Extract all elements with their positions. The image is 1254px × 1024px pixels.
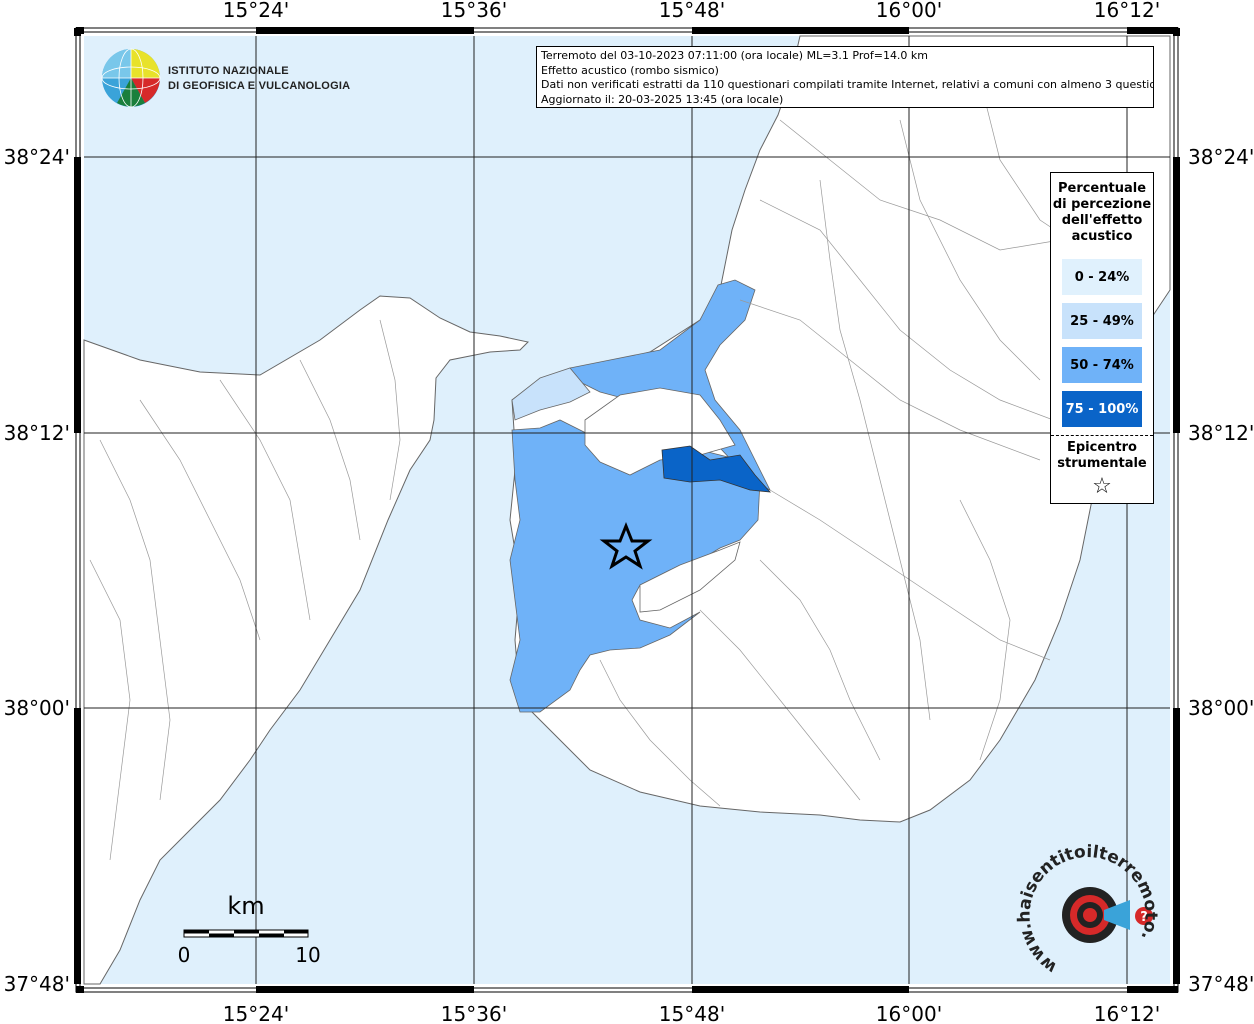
lon-tick: 15°48' bbox=[659, 0, 725, 22]
legend-title: Percentuale di percezione dell'effetto a… bbox=[1052, 181, 1152, 244]
legend-item: 75 - 100% bbox=[1062, 391, 1142, 427]
lon-tick: 15°24' bbox=[223, 0, 289, 22]
event-info-line-1: Terremoto del 03-10-2023 07:11:00 (ora l… bbox=[541, 49, 929, 62]
lon-ticks-top: 15°24' 15°36' 15°48' 16°00' 16°12' bbox=[223, 0, 1160, 22]
lat-tick: 38°12' bbox=[4, 421, 70, 445]
map: 15°24' 15°36' 15°48' 16°00' 16°12' 15°24… bbox=[0, 0, 1254, 1024]
lon-tick: 16°00' bbox=[876, 1002, 942, 1024]
lon-tick: 15°24' bbox=[223, 1002, 289, 1024]
scale-start: 0 bbox=[178, 943, 191, 967]
lat-tick: 37°48' bbox=[4, 972, 70, 996]
legend-item: 0 - 24% bbox=[1062, 259, 1142, 295]
lon-tick: 16°12' bbox=[1094, 0, 1160, 22]
lat-tick: 38°00' bbox=[4, 696, 70, 720]
lon-tick: 15°36' bbox=[441, 0, 507, 22]
event-info-box: Terremoto del 03-10-2023 07:11:00 (ora l… bbox=[536, 46, 1154, 108]
lat-tick: 38°24' bbox=[1188, 145, 1254, 169]
legend-divider bbox=[1051, 435, 1153, 436]
logo-line-1: ISTITUTO NAZIONALE bbox=[168, 65, 289, 77]
event-info-line-4: Aggiornato il: 20-03-2025 13:45 (ora loc… bbox=[541, 92, 784, 106]
lat-tick: 38°00' bbox=[1188, 696, 1254, 720]
legend-item: 50 - 74% bbox=[1062, 347, 1142, 383]
lon-tick: 16°12' bbox=[1094, 1002, 1160, 1024]
legend-item: 25 - 49% bbox=[1062, 303, 1142, 339]
lat-tick: 38°24' bbox=[4, 145, 70, 169]
lon-ticks-bottom: 15°24' 15°36' 15°48' 16°00' 16°12' bbox=[223, 1002, 1160, 1024]
scale-unit: km bbox=[227, 892, 264, 920]
lat-ticks-right: 38°24' 38°12' 38°00' 37°48' bbox=[1188, 145, 1254, 996]
lon-tick: 15°48' bbox=[659, 1002, 725, 1024]
lat-tick: 38°12' bbox=[1188, 421, 1254, 445]
lat-tick: 37°48' bbox=[1188, 972, 1254, 996]
lon-tick: 15°36' bbox=[441, 1002, 507, 1024]
lon-tick: 16°00' bbox=[876, 0, 942, 22]
event-info-line-3: Dati non verificati estratti da 110 ques… bbox=[541, 78, 1154, 91]
scale-end: 10 bbox=[295, 943, 320, 967]
legend-epicenter-label: Epicentro strumentale bbox=[1057, 440, 1147, 471]
logo-line-2: DI GEOFISICA E VULCANOLOGIA bbox=[168, 80, 350, 92]
legend: Percentuale di percezione dell'effetto a… bbox=[1050, 172, 1154, 504]
event-info-line-2: Effetto acustico (rombo sismico) bbox=[541, 63, 719, 77]
legend-star-icon: ☆ bbox=[1092, 474, 1112, 499]
lat-ticks-left: 38°24' 38°12' 38°00' 37°48' bbox=[4, 145, 70, 996]
